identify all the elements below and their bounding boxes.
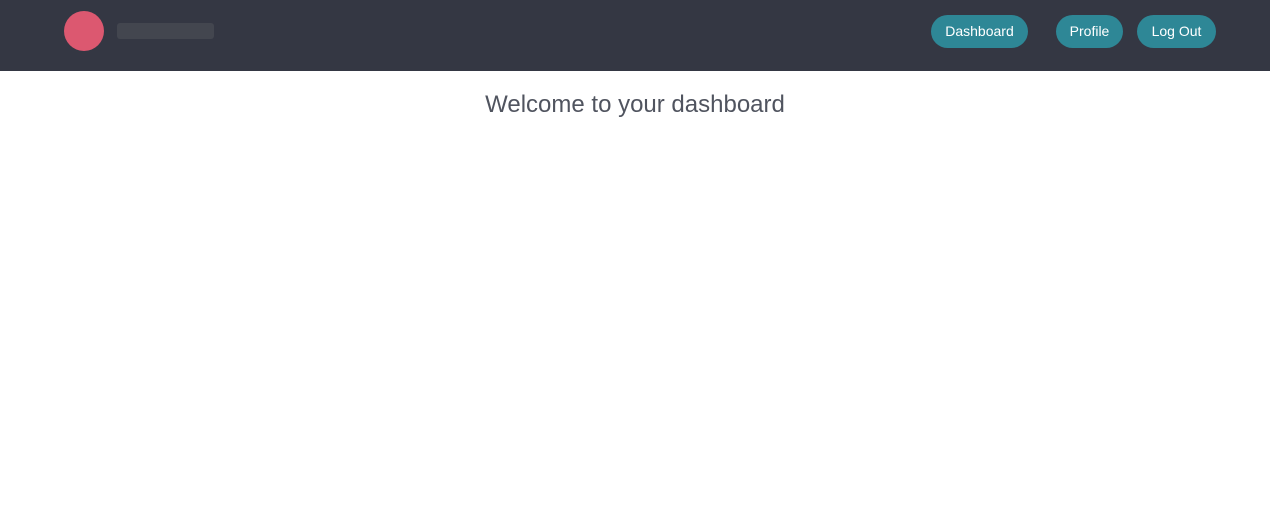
logout-button[interactable]: Log Out [1137,15,1216,48]
page-title: Welcome to your dashboard [485,91,785,118]
dashboard-button[interactable]: Dashboard [931,15,1028,48]
profile-button[interactable]: Profile [1056,15,1123,48]
logo-icon[interactable] [64,11,104,51]
top-navbar: Dashboard Profile Log Out [0,0,1270,71]
brand-name-placeholder [117,23,214,39]
